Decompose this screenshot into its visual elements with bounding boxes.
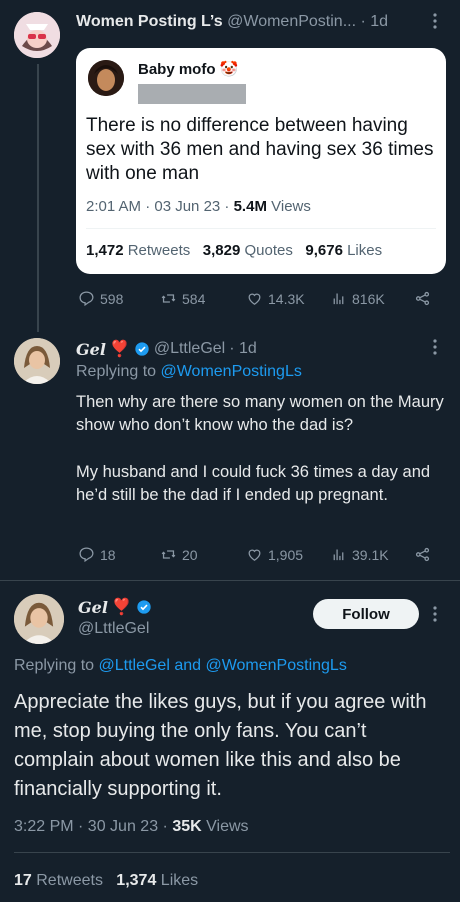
stats-divider	[14, 852, 450, 853]
quoted-views-count: 5.4M	[233, 198, 267, 215]
quoted-likes-count[interactable]: 9,676	[305, 242, 343, 259]
views-chart-icon	[333, 293, 344, 305]
retweet-icon	[161, 294, 176, 303]
avatar-baby-mofo[interactable]	[88, 60, 124, 96]
follow-button[interactable]: Follow	[313, 599, 419, 629]
like-count: 1,905	[268, 546, 304, 563]
avatar-lttlegel[interactable]	[14, 338, 60, 384]
retweet-button[interactable]: 584	[160, 290, 205, 307]
like-count: 14.3K	[268, 290, 305, 307]
replying-to-label: Replying to	[14, 657, 95, 674]
heart-exclamation-emoji: ❣️	[109, 341, 130, 358]
retweet-button[interactable]: 20	[160, 546, 198, 563]
author-name[interactable]: Gel	[78, 598, 108, 617]
quoted-likes-label[interactable]: Likes	[347, 242, 382, 259]
heart-icon	[248, 549, 261, 561]
reply-button[interactable]: 18	[78, 546, 116, 563]
tweet-views-count: 35K	[172, 818, 202, 835]
retweet-count: 20	[182, 546, 198, 563]
likes-count[interactable]: 1,374	[116, 872, 156, 889]
tweet-divider	[0, 580, 460, 581]
author-name[interactable]: Gel	[76, 340, 106, 359]
views-button[interactable]: 816K	[330, 290, 385, 307]
replying-to-handles[interactable]: @LttleGel and @WomenPostingLs	[99, 657, 347, 674]
share-button[interactable]	[414, 546, 431, 563]
author-handle[interactable]: @LttleGel	[78, 620, 149, 638]
likes-label[interactable]: Likes	[161, 872, 198, 889]
reply-count: 18	[100, 546, 116, 563]
avatar-womenpostingls[interactable]	[14, 12, 60, 58]
quoted-quotes-count[interactable]: 3,829	[203, 242, 241, 259]
views-button[interactable]: 39.1K	[330, 546, 389, 563]
quoted-views-label: Views	[271, 198, 311, 215]
quoted-tweet-card[interactable]: Baby mofo 🤡 There is no difference betwe…	[76, 48, 446, 274]
share-icon	[415, 547, 430, 562]
quoted-tweet-text: There is no difference between having se…	[86, 115, 434, 184]
heart-icon	[248, 293, 261, 305]
verified-badge-icon	[135, 342, 149, 356]
share-button[interactable]	[414, 290, 431, 307]
clown-emoji: 🤡	[219, 61, 239, 78]
redacted-handle-bar	[138, 84, 246, 104]
more-options-icon[interactable]	[432, 338, 438, 356]
tweet-views-label: Views	[206, 818, 249, 835]
reply-icon	[79, 547, 94, 563]
author-handle[interactable]: @LttleGel	[154, 340, 225, 358]
thread-line	[37, 64, 39, 332]
tweet-text-p1: Then why are there so many women on the …	[76, 393, 444, 434]
views-chart-icon	[333, 549, 344, 561]
reply-icon	[79, 291, 94, 307]
avatar-illustration	[14, 12, 60, 58]
replying-to-label: Replying to	[76, 363, 157, 380]
verified-badge-icon	[137, 600, 151, 614]
retweet-icon	[161, 550, 176, 559]
avatar-illustration	[14, 594, 64, 644]
tweet-text-p2: My husband and I could fuck 36 times a d…	[76, 463, 431, 504]
quoted-timestamp[interactable]: 2:01 AM · 03 Jun 23 ·	[86, 198, 229, 215]
replying-to-handle[interactable]: @WomenPostingLs	[161, 363, 302, 380]
quoted-divider	[86, 228, 436, 229]
quoted-quotes-label[interactable]: Quotes	[244, 242, 292, 259]
more-options-icon[interactable]	[432, 605, 438, 623]
retweet-count: 584	[182, 290, 206, 307]
tweet-time[interactable]: · 1d	[360, 13, 388, 30]
quoted-retweets-label[interactable]: Retweets	[128, 242, 191, 259]
reply-button[interactable]: 598	[78, 290, 123, 307]
retweets-label[interactable]: Retweets	[36, 872, 103, 889]
tweet-text: Appreciate the likes guys, but if you ag…	[14, 691, 427, 800]
tweet-time[interactable]: · 1d	[229, 340, 257, 358]
share-icon	[415, 291, 430, 306]
retweets-count[interactable]: 17	[14, 872, 32, 889]
views-count: 39.1K	[352, 546, 389, 563]
author-name[interactable]: Women Posting L’s	[76, 13, 223, 30]
author-handle[interactable]: @WomenPostin...	[227, 13, 356, 30]
avatar-illustration	[88, 60, 124, 96]
reply-count: 598	[100, 290, 124, 307]
quoted-retweets-count[interactable]: 1,472	[86, 242, 124, 259]
avatar-illustration	[14, 338, 60, 384]
views-count: 816K	[352, 290, 385, 307]
like-button[interactable]: 1,905	[246, 546, 303, 563]
more-options-icon[interactable]	[432, 12, 440, 30]
quoted-author-name[interactable]: Baby mofo	[138, 61, 216, 78]
like-button[interactable]: 14.3K	[246, 290, 305, 307]
heart-exclamation-emoji: ❣️	[111, 599, 132, 616]
tweet-timestamp[interactable]: 3:22 PM · 30 Jun 23 ·	[14, 818, 168, 835]
avatar-lttlegel[interactable]	[14, 594, 64, 644]
